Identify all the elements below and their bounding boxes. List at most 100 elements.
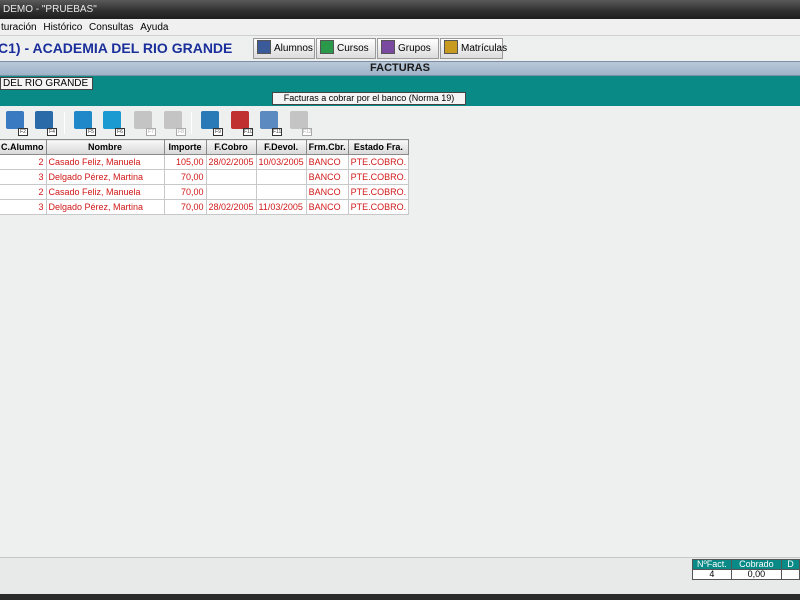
menu-bar: turación Histórico Consultas Ayuda [0,19,800,36]
cell-frm-cbr: BANCO [305,199,349,215]
print-button[interactable]: F11 [258,110,282,136]
disabled-action-icon [134,111,152,129]
export-button[interactable]: F9 [199,110,223,136]
add-icon [103,111,121,129]
page-title: C1) - ACADEMIA DEL RIO GRANDE [0,40,233,56]
section-title: FACTURAS [0,61,800,76]
bank-remittance-icon [231,111,249,129]
column-header-frm-cbr[interactable]: Frm.Cbr. [305,139,349,155]
table-row[interactable]: 2 Casado Feliz, Manuela 70,00 BANCO PTE.… [0,184,410,200]
list-label: Facturas a cobrar por el banco (Norma 19… [272,92,466,105]
cell-f-devol: 11/03/2005 [255,199,307,215]
invoices-table: C.Alumno Nombre Importe F.Cobro F.Devol.… [0,139,410,215]
cell-nombre: Casado Feliz, Manuela [45,154,165,170]
column-header-nombre[interactable]: Nombre [45,139,165,155]
key-hint: F2 [18,128,28,136]
cell-f-cobro: 28/02/2005 [205,199,257,215]
print-list-icon [6,111,24,129]
groups-icon [381,40,395,54]
disabled-action-icon [290,111,308,129]
summary-header-d: D [781,559,800,570]
column-header-importe[interactable]: Importe [163,139,207,155]
disabled-action-icon [164,111,182,129]
cell-nombre: Delgado Pérez, Martina [45,199,165,215]
window-titlebar: DEMO - "PRUEBAS" [0,0,800,19]
add-button[interactable]: F6 [101,110,125,136]
printer-icon [260,111,278,129]
cell-nombre: Delgado Pérez, Martina [45,169,165,185]
cell-importe: 70,00 [163,184,207,200]
disabled-f7-button[interactable]: F7 [132,110,156,136]
cell-estado-fra: PTE.COBRO. [347,199,410,215]
cell-frm-cbr: BANCO [305,184,349,200]
edit-button[interactable]: F5 [72,110,96,136]
cell-f-cobro [205,184,257,200]
cell-frm-cbr: BANCO [305,169,349,185]
sort-button[interactable]: F4 [33,110,57,136]
cell-nombre: Casado Feliz, Manuela [45,184,165,200]
print-list-button[interactable]: F2 [4,110,28,136]
alumnos-button-label: Alumnos [274,43,313,54]
export-icon [201,111,219,129]
alumnos-button[interactable]: Alumnos [253,38,315,59]
cell-f-devol [255,184,307,200]
key-hint: F7 [146,128,156,136]
summary-header-cobrado: Cobrado [730,559,783,570]
grupos-button[interactable]: Grupos [377,38,439,59]
window-title: DEMO - "PRUEBAS" [3,4,97,15]
disabled-f12-button[interactable]: F12 [288,110,312,136]
cell-c-alumno: 2 [0,154,47,170]
cell-importe: 70,00 [163,169,207,185]
toolbar-separator [64,112,65,134]
key-hint: F6 [115,128,125,136]
summary-value-nfact: 4 [692,569,732,580]
menu-item-consultas[interactable]: Consultas [86,19,136,36]
status-area: NºFact. Cobrado D 4 0,00 [0,557,800,600]
table-row[interactable]: 3 Delgado Pérez, Martina 70,00 BANCO PTE… [0,169,410,185]
summary-value-cobrado: 0,00 [730,569,783,580]
matriculas-button-label: Matrículas [461,43,508,54]
students-icon [257,40,271,54]
cell-f-devol [255,169,307,185]
key-hint: F4 [47,128,57,136]
matriculas-button[interactable]: Matrículas [440,38,507,59]
toolbar-separator [191,112,192,134]
cell-c-alumno: 3 [0,169,47,185]
cursos-button-label: Cursos [337,43,369,54]
cell-estado-fra: PTE.COBRO. [347,154,410,170]
academy-tab[interactable]: DEL RIO GRANDE [0,77,94,90]
toolbar: F2 F4 F5 F6 F7 F8 F9 F10 F11 F12 [0,106,800,139]
cell-importe: 105,00 [163,154,207,170]
column-header-c-alumno[interactable]: C.Alumno [0,139,47,155]
academy-tab-bar: DEL RIO GRANDE [0,76,800,91]
menu-item-facturacion[interactable]: turación [0,19,40,36]
column-header-estado-fra[interactable]: Estado Fra. [347,139,410,155]
key-hint: F9 [213,128,223,136]
edit-icon [74,111,92,129]
cell-estado-fra: PTE.COBRO. [347,184,410,200]
table-header-row: C.Alumno Nombre Importe F.Cobro F.Devol.… [0,139,410,155]
disabled-f8-button[interactable]: F8 [162,110,186,136]
table-row[interactable]: 3 Delgado Pérez, Martina 70,00 28/02/200… [0,199,410,215]
cell-c-alumno: 3 [0,199,47,215]
summary-value-d [781,569,800,580]
courses-icon [320,40,334,54]
table-row[interactable]: 2 Casado Feliz, Manuela 105,00 28/02/200… [0,154,410,170]
key-hint: F8 [176,128,186,136]
cell-estado-fra: PTE.COBRO. [347,169,410,185]
summary-header-nfact: NºFact. [692,559,732,570]
cursos-button[interactable]: Cursos [316,38,376,59]
column-header-f-devol[interactable]: F.Devol. [255,139,307,155]
list-label-bar: Facturas a cobrar por el banco (Norma 19… [0,91,800,106]
summary-table: NºFact. Cobrado D 4 0,00 [692,559,800,580]
cell-f-devol: 10/03/2005 [255,154,307,170]
key-hint: F10 [243,128,253,136]
key-hint: F5 [86,128,96,136]
key-hint: F12 [302,128,312,136]
cell-frm-cbr: BANCO [305,154,349,170]
grupos-button-label: Grupos [398,43,431,54]
menu-item-ayuda[interactable]: Ayuda [137,19,171,36]
menu-item-historico[interactable]: Histórico [40,19,85,36]
column-header-f-cobro[interactable]: F.Cobro [205,139,257,155]
bank-remittance-button[interactable]: F10 [229,110,253,136]
